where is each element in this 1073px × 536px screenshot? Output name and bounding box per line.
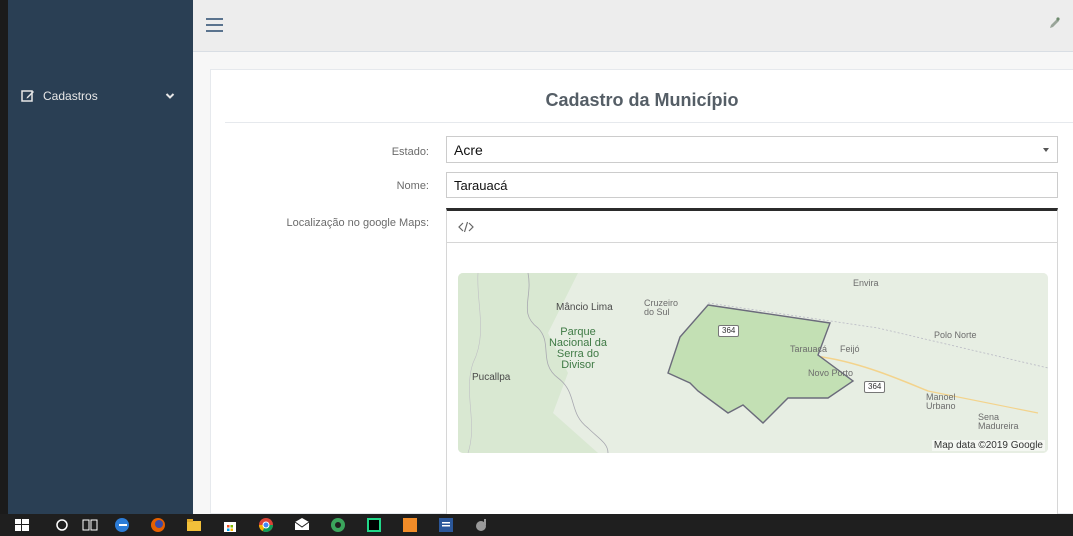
edge-icon[interactable]	[114, 517, 130, 533]
map-label-novo-porto: Novo Porto	[808, 368, 854, 378]
chrome-icon[interactable]	[258, 517, 274, 533]
app-orange-icon[interactable]	[402, 517, 418, 533]
map-label-polo-norte: Polo Norte	[934, 330, 977, 340]
map-label-manoel-urbano: Manoel Urbano	[926, 392, 956, 411]
estado-select[interactable]: Acre	[446, 136, 1058, 163]
file-explorer-icon[interactable]	[186, 517, 202, 533]
edit-icon	[21, 89, 35, 103]
caret-down-icon	[1043, 148, 1049, 152]
screen-edge	[0, 0, 8, 514]
pycharm-icon[interactable]	[366, 517, 382, 533]
sidebar-item-label: Cadastros	[43, 89, 98, 103]
word-icon[interactable]	[438, 517, 454, 533]
task-view-icon[interactable]	[82, 517, 98, 533]
taskbar	[0, 514, 1073, 536]
mail-icon[interactable]	[294, 517, 310, 533]
map-label-tarauaca: Tarauacá	[790, 344, 828, 354]
chevron-down-icon	[165, 90, 175, 100]
main-content: Cadastro da Município Estado: Acre Nome:…	[193, 52, 1073, 515]
editor-toolbar	[447, 211, 1057, 243]
search-icon[interactable]	[54, 517, 70, 533]
road-badge: 364	[718, 325, 740, 337]
map-label-pucallpa: Pucallpa	[472, 372, 511, 383]
user-icon[interactable]	[1047, 16, 1061, 30]
map-label-feijo: Feijó	[840, 344, 860, 354]
app-misc-icon[interactable]	[474, 517, 490, 533]
map-attribution: Map data ©2019 Google	[931, 440, 1045, 451]
sidebar-item-cadastros[interactable]: Cadastros	[8, 84, 193, 108]
store-icon[interactable]	[222, 517, 238, 533]
localizacao-label: Localização no google Maps:	[286, 217, 429, 229]
map-label-sena-madureira: Sena Madureira	[978, 412, 1019, 431]
nome-value: Tarauacá	[454, 178, 508, 193]
map-label-parque: Parque Nacional da Serra do Divisor	[548, 326, 608, 371]
form-panel: Cadastro da Município Estado: Acre Nome:…	[210, 69, 1073, 515]
map-label-mancio-lima: Mâncio Lima	[556, 302, 613, 313]
firefox-icon[interactable]	[150, 517, 166, 533]
divider	[225, 122, 1073, 123]
google-map[interactable]: Envira Mâncio Lima Cruzeiro do Sul Parqu…	[458, 273, 1048, 453]
map-label-envira: Envira	[853, 278, 879, 288]
app-icon[interactable]	[330, 517, 346, 533]
code-icon[interactable]	[458, 220, 474, 233]
estado-label: Estado:	[391, 146, 429, 158]
estado-selected-value: Acre	[454, 142, 483, 158]
page-title: Cadastro da Município	[545, 90, 739, 110]
nome-label: Nome:	[396, 180, 429, 192]
nome-input[interactable]: Tarauacá	[446, 172, 1058, 198]
road-badge: 364	[864, 381, 886, 393]
windows-start-icon[interactable]	[14, 517, 30, 533]
sidebar: Cadastros	[8, 0, 193, 514]
hamburger-icon[interactable]	[206, 18, 223, 32]
map-embed-editor[interactable]: Envira Mâncio Lima Cruzeiro do Sul Parqu…	[446, 208, 1058, 515]
map-label-cruzeiro-do-sul: Cruzeiro do Sul	[644, 298, 679, 317]
top-nav	[193, 0, 1073, 52]
